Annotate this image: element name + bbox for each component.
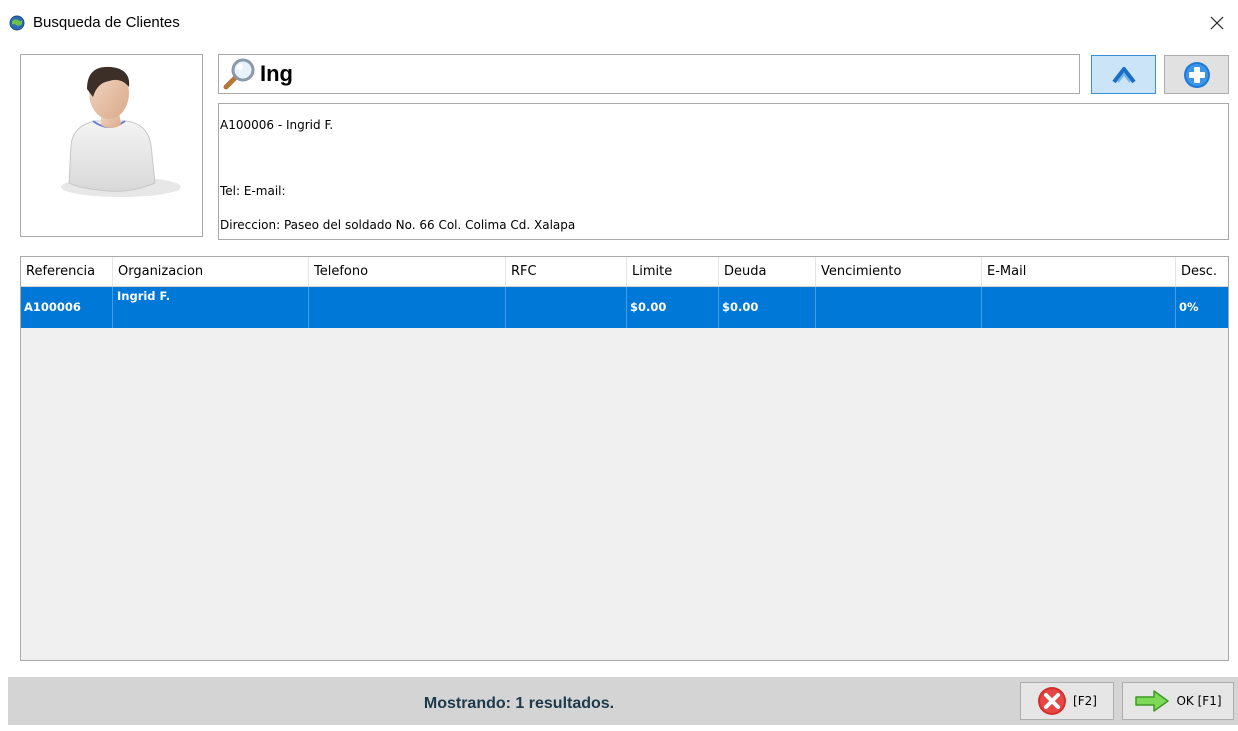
col-desc[interactable]: Desc. bbox=[1176, 257, 1228, 286]
cell-vencimiento bbox=[816, 287, 982, 328]
cell-referencia: A100006 bbox=[21, 287, 113, 328]
col-limite[interactable]: Limite bbox=[627, 257, 719, 286]
client-address-line: Direccion: Paseo del soldado No. 66 Col.… bbox=[220, 218, 576, 232]
cell-rfc bbox=[506, 287, 627, 328]
magnifier-icon bbox=[222, 57, 256, 91]
add-circle-icon bbox=[1183, 61, 1210, 88]
col-email[interactable]: E-Mail bbox=[982, 257, 1176, 286]
results-table[interactable]: Referencia Organizacion Telefono RFC Lim… bbox=[20, 256, 1229, 661]
col-rfc[interactable]: RFC bbox=[506, 257, 627, 286]
collapse-button[interactable] bbox=[1091, 55, 1156, 94]
cell-email bbox=[982, 287, 1176, 328]
col-referencia[interactable]: Referencia bbox=[21, 257, 113, 286]
cancel-button[interactable]: [F2] bbox=[1020, 682, 1114, 720]
window-title: Busqueda de Clientes bbox=[33, 14, 180, 31]
col-organizacion[interactable]: Organizacion bbox=[113, 257, 309, 286]
title-bar bbox=[0, 0, 1238, 46]
cell-desc: 0% bbox=[1179, 300, 1199, 314]
cell-limite: $0.00 bbox=[627, 287, 719, 328]
search-input[interactable] bbox=[260, 60, 1060, 88]
col-vencimiento[interactable]: Vencimiento bbox=[816, 257, 982, 286]
red-x-icon bbox=[1038, 687, 1067, 715]
green-arrow-icon bbox=[1135, 690, 1170, 712]
add-client-button[interactable] bbox=[1164, 55, 1229, 94]
ok-button[interactable]: OK [F1] bbox=[1122, 682, 1234, 720]
cell-telefono bbox=[309, 287, 506, 328]
chevron-up-icon bbox=[1111, 66, 1136, 83]
cell-organizacion: Ingrid F. bbox=[113, 287, 309, 328]
user-avatar-icon bbox=[61, 66, 181, 197]
app-globe-icon bbox=[9, 15, 25, 31]
ok-button-label: OK [F1] bbox=[1176, 694, 1222, 708]
results-count: Mostrando: 1 resultados. bbox=[423, 695, 615, 712]
client-contact-line: Tel: E-mail: bbox=[220, 184, 286, 198]
col-deuda[interactable]: Deuda bbox=[719, 257, 816, 286]
table-header: Referencia Organizacion Telefono RFC Lim… bbox=[21, 257, 1228, 287]
client-name-line: A100006 - Ingrid F. bbox=[220, 118, 334, 132]
table-row[interactable]: A100006 Ingrid F. $0.00 $0.00 0% bbox=[21, 287, 1228, 328]
col-telefono[interactable]: Telefono bbox=[309, 257, 506, 286]
cell-deuda: $0.00 bbox=[719, 287, 816, 328]
cancel-button-label: [F2] bbox=[1073, 694, 1097, 708]
avatar bbox=[20, 54, 203, 237]
close-icon bbox=[1210, 16, 1224, 30]
close-button[interactable] bbox=[1196, 8, 1238, 38]
